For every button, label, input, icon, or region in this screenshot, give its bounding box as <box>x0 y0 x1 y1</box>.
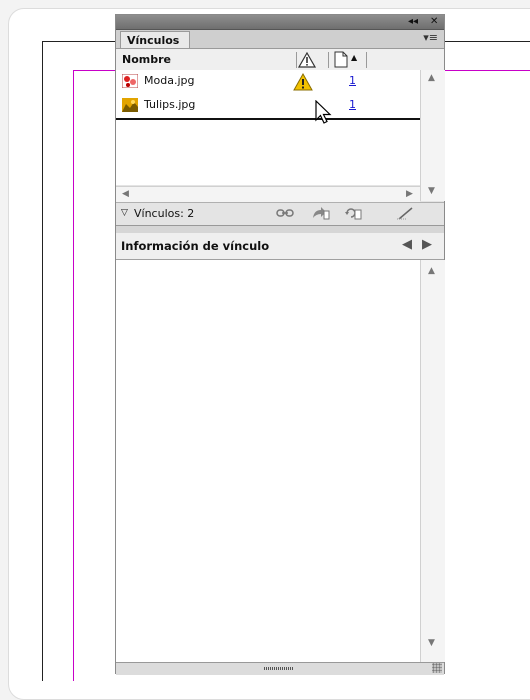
margin-guide-top <box>73 70 115 71</box>
column-separator <box>366 52 367 68</box>
grip-dots <box>264 667 294 670</box>
column-separator <box>296 52 297 68</box>
list-item[interactable]: Tulips.jpg 1 <box>116 94 420 118</box>
links-panel: ◂◂ ✕ Vínculos ▾≡ Nombre ▲ Moda.jpg 1 Tul… <box>115 14 445 675</box>
panel-titlebar[interactable]: ◂◂ ✕ <box>116 15 444 30</box>
link-page-number[interactable]: 1 <box>349 74 356 87</box>
margin-guide-left <box>73 70 74 681</box>
go-to-link-icon[interactable] <box>312 206 330 220</box>
links-vertical-scrollbar[interactable]: ▲ ▼ <box>420 70 445 201</box>
scroll-down-icon[interactable]: ▼ <box>428 638 435 648</box>
link-info-body <box>116 260 420 662</box>
column-separator <box>328 52 329 68</box>
collapse-icon[interactable]: ◂◂ <box>408 15 418 29</box>
link-info-title: Información de vínculo <box>121 239 270 253</box>
link-name: Moda.jpg <box>144 74 195 87</box>
modified-warning-icon[interactable] <box>293 73 313 91</box>
panel-bottom-grip[interactable] <box>116 662 444 675</box>
sort-caret-icon[interactable]: ▲ <box>351 53 357 62</box>
previous-triangle-icon[interactable]: ◀ <box>402 237 412 252</box>
relink-icon[interactable] <box>276 206 294 220</box>
page-edge-left <box>42 41 43 681</box>
scroll-up-icon[interactable]: ▲ <box>428 266 435 276</box>
scroll-up-icon[interactable]: ▲ <box>428 73 435 83</box>
page-edge-top <box>42 41 115 42</box>
tab-vinculos[interactable]: Vínculos <box>120 31 190 48</box>
link-page-number[interactable]: 1 <box>349 98 356 111</box>
row-divider <box>116 118 420 120</box>
links-count: Vínculos: 2 <box>134 207 195 220</box>
resize-handle-icon[interactable] <box>432 663 442 673</box>
column-header: Nombre ▲ <box>116 49 444 72</box>
next-triangle-icon[interactable]: ▶ <box>422 237 432 252</box>
panel-menu-icon[interactable]: ▾≡ <box>423 31 438 44</box>
close-icon[interactable]: ✕ <box>430 15 438 29</box>
image-thumbnail-icon <box>122 98 138 112</box>
edit-original-icon[interactable] <box>396 206 414 220</box>
warning-icon[interactable] <box>298 52 316 68</box>
scroll-right-icon[interactable]: ▶ <box>406 189 413 199</box>
panel-tab-row: Vínculos ▾≡ <box>116 30 444 49</box>
column-name-header[interactable]: Nombre <box>122 53 171 66</box>
link-name: Tulips.jpg <box>144 98 196 111</box>
links-horizontal-scrollbar[interactable]: ◀ ▶ <box>116 186 420 202</box>
disclosure-triangle-icon[interactable]: ▽ <box>121 208 128 218</box>
links-status-bar: ▽ Vínculos: 2 <box>116 202 444 225</box>
update-link-icon[interactable] <box>344 206 362 220</box>
margin-guide-top-right <box>445 70 530 71</box>
list-item[interactable]: Moda.jpg 1 <box>116 70 420 94</box>
image-thumbnail-icon <box>122 74 138 88</box>
mouse-pointer-icon <box>315 100 332 124</box>
page-edge-top-right <box>445 41 530 42</box>
links-list: Moda.jpg 1 Tulips.jpg 1 <box>116 70 420 185</box>
link-info-scrollbar[interactable]: ▲ ▼ <box>420 260 445 662</box>
scroll-down-icon[interactable]: ▼ <box>428 186 435 196</box>
scroll-left-icon[interactable]: ◀ <box>122 189 129 199</box>
page-icon[interactable] <box>334 51 348 68</box>
link-info-header: Información de vínculo ◀ ▶ <box>116 233 444 260</box>
